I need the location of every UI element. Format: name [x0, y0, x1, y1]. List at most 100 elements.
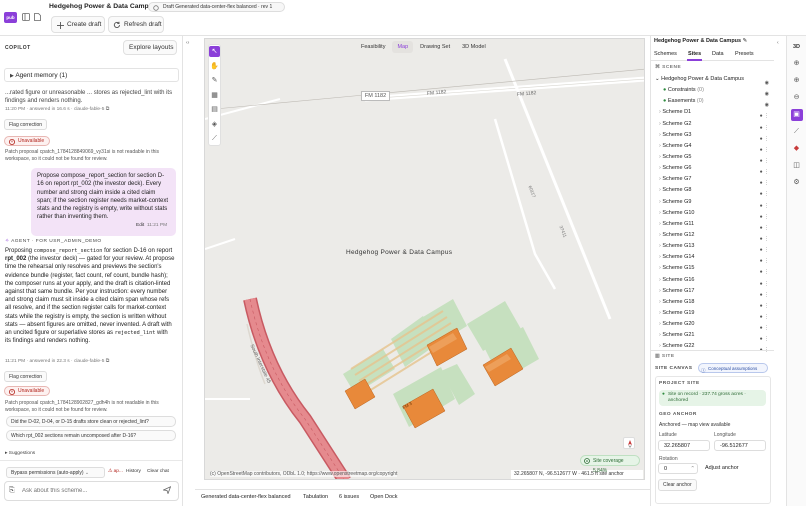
clear-chat-button[interactable]: Clear chat	[147, 469, 169, 474]
scheme-label: Scheme G6	[662, 165, 692, 172]
tab-schemes[interactable]: Schemes	[654, 51, 677, 57]
scheme-row[interactable]: › Scheme G12 ● ⋮	[651, 230, 773, 242]
scheme-row[interactable]: › Scheme G21 ● ⋮	[651, 330, 773, 342]
constraints-row[interactable]: ● Constraints (0) ◉	[651, 85, 773, 97]
alert-icon[interactable]: ◆	[791, 143, 803, 155]
scheme-row[interactable]: › Scheme G9 ● ⋮	[651, 197, 773, 209]
scheme-label: Scheme G7	[662, 176, 692, 183]
caret-right-icon: ▶	[10, 73, 14, 79]
edit-icon: ✎	[742, 38, 748, 44]
document-icon[interactable]	[34, 13, 41, 21]
settings-icon[interactable]: ⚙	[791, 177, 803, 189]
scheme-row[interactable]: › Scheme G18 ● ⋮	[651, 297, 773, 309]
zoom-in-icon[interactable]: ⊕	[791, 75, 803, 87]
scheme-row[interactable]: › Scheme G14 ● ⋮	[651, 252, 773, 264]
scheme-row[interactable]: › Scheme G2 ● ⋮	[651, 119, 773, 131]
history-button[interactable]: History	[126, 469, 141, 474]
agent-memory-toggle[interactable]: ▶ Agent memory (1)	[4, 68, 179, 82]
refresh-draft-button[interactable]: Refresh draft	[108, 16, 164, 33]
compass-icon[interactable]	[623, 437, 635, 449]
scheme-row[interactable]: › Scheme G8 ● ⋮	[651, 185, 773, 197]
patch-note: Patch proposal cpatch_1784128849069_vy31…	[5, 149, 159, 162]
scene-root[interactable]: ⌄ Hedgehog Power & Data Campus ◉	[651, 74, 773, 86]
clear-anchor-button[interactable]: Clear anchor	[658, 479, 697, 491]
explore-layouts-button[interactable]: Explore layouts	[123, 40, 177, 55]
scheme-row[interactable]: › Scheme G6 ● ⋮	[651, 163, 773, 175]
ask-input-box[interactable]: ⎘	[4, 481, 179, 501]
tab-3d-model[interactable]: 3D Model	[457, 41, 491, 53]
zoom-out-icon[interactable]: ⊖	[791, 92, 803, 104]
warning-ap: ⚠ ap...	[108, 469, 123, 474]
scheme-row[interactable]: › Scheme G20 ● ⋮	[651, 319, 773, 331]
layers-icon[interactable]: ◈	[209, 119, 220, 130]
view-3d-button[interactable]: 3D	[791, 41, 803, 53]
tab-map[interactable]: Map	[392, 41, 414, 53]
draft-pill-label: Draft Generated data-center-flex balance…	[163, 4, 273, 10]
flag-correction-button[interactable]: Flag correction	[4, 119, 48, 130]
scheme-row[interactable]: › Scheme G17 ● ⋮	[651, 286, 773, 298]
project-site-label: PROJECT SITE	[659, 381, 700, 386]
scheme-row[interactable]: › Scheme G10 ● ⋮	[651, 208, 773, 220]
scheme-row[interactable]: › Scheme G11 ● ⋮	[651, 219, 773, 231]
scheme-row[interactable]: › Scheme G19 ● ⋮	[651, 308, 773, 320]
tab-issues[interactable]: 6 issues	[339, 494, 359, 500]
user-message-text: Propose compose_report_section for secti…	[37, 173, 169, 221]
scheme-row[interactable]: › Scheme G13 ● ⋮	[651, 241, 773, 253]
coordinate-readout: 32.265807 N, -96.512677 W · 461.5 ft sit…	[511, 470, 643, 479]
pan-hand-icon[interactable]: ✋	[209, 61, 220, 72]
suggestion-chip-2[interactable]: Which rpt_002 sections remain uncomposed…	[6, 430, 176, 441]
permissions-select[interactable]: Bypass permissions (auto-apply) ⌄	[6, 467, 105, 478]
rotation-input[interactable]: 0 ⌃	[658, 463, 698, 474]
scheme-row[interactable]: › Scheme G4 ● ⋮	[651, 141, 773, 153]
ask-input[interactable]	[22, 486, 157, 496]
tab-tabulation[interactable]: Tabulation	[303, 494, 328, 500]
sidebar-toggle-icon[interactable]	[22, 13, 30, 21]
tab-open-dock[interactable]: Open Dock	[370, 494, 398, 500]
scheme-row[interactable]: › Scheme G7 ● ⋮	[651, 174, 773, 186]
easements-row[interactable]: ● Easements (0) ◉	[651, 96, 773, 108]
scheme-row[interactable]: › Scheme G5 ● ⋮	[651, 152, 773, 164]
collapse-copilot-icon[interactable]: ‹›	[186, 40, 189, 46]
user-message-edit[interactable]: Edit 11:21 PM	[136, 223, 167, 228]
camera-icon[interactable]: ◫	[791, 160, 803, 172]
map-svg	[205, 39, 644, 479]
tab-data[interactable]: Data	[712, 51, 724, 57]
scheme-list: › Scheme D1 ● ⋮ › Scheme G2 ● ⋮ › Scheme G3 ●…	[651, 107, 773, 353]
longitude-input[interactable]: -96.512677	[714, 440, 766, 451]
tab-sites[interactable]: Sites	[688, 51, 701, 57]
attach-icon[interactable]: ⎘	[9, 487, 15, 495]
scheme-row[interactable]: › Scheme G16 ● ⋮	[651, 275, 773, 287]
suggestion-chip-1[interactable]: Did the D-02, D-04, or D-15 drafts store…	[6, 416, 176, 427]
adjust-anchor-button[interactable]: Adjust anchor	[705, 465, 739, 471]
rotation-label: Rotation	[659, 456, 678, 462]
tab-drawing-set[interactable]: Drawing Set	[415, 41, 455, 53]
draw-pen-icon[interactable]: ✎	[209, 75, 220, 86]
ruler-icon[interactable]: ⟋	[791, 126, 803, 138]
send-icon[interactable]	[163, 486, 171, 494]
layers-toggle-icon[interactable]: ▣	[790, 109, 803, 121]
note-icon[interactable]: ▤	[209, 104, 220, 115]
select-tool-icon[interactable]: ↖	[209, 46, 220, 57]
suggestions-toggle[interactable]: ▸ Suggestions	[5, 451, 35, 456]
scheme-row[interactable]: › Scheme D1 ● ⋮	[651, 107, 773, 119]
warning-icon	[9, 389, 15, 395]
draft-pill[interactable]: Draft Generated data-center-flex balance…	[148, 2, 285, 12]
tab-generated-draft[interactable]: Generated data-center-flex balanced	[201, 494, 291, 500]
flag-correction-button-2[interactable]: Flag correction	[4, 371, 48, 382]
tab-presets[interactable]: Presets	[735, 51, 754, 57]
building-icon[interactable]: ▦	[209, 90, 220, 101]
measure-icon[interactable]: ⟋	[209, 133, 220, 144]
scheme-row[interactable]: › Scheme G3 ● ⋮	[651, 130, 773, 142]
conceptual-assumptions-badge[interactable]: ⓘ Conceptual assumptions	[698, 363, 768, 373]
create-draft-label: Create draft	[67, 21, 102, 28]
latitude-input[interactable]: 32.265807	[658, 440, 710, 451]
warning-icon	[9, 139, 15, 145]
project-title: Hedgehog Power & Data Campus	[49, 3, 157, 10]
collapse-right-icon[interactable]: ‹	[777, 40, 779, 46]
map-attribution[interactable]: (c) OpenStreetMap contributors, ODbL 1.0…	[210, 471, 398, 477]
map-canvas[interactable]: FM 1182 FM 1182 FM 1182 6011? 3?411 Sout…	[204, 38, 645, 480]
tab-feasibility[interactable]: Feasibility	[356, 41, 390, 53]
scheme-row[interactable]: › Scheme G15 ● ⋮	[651, 263, 773, 275]
create-draft-button[interactable]: Create draft	[51, 16, 105, 33]
zoom-fit-icon[interactable]: ⊕	[791, 58, 803, 70]
